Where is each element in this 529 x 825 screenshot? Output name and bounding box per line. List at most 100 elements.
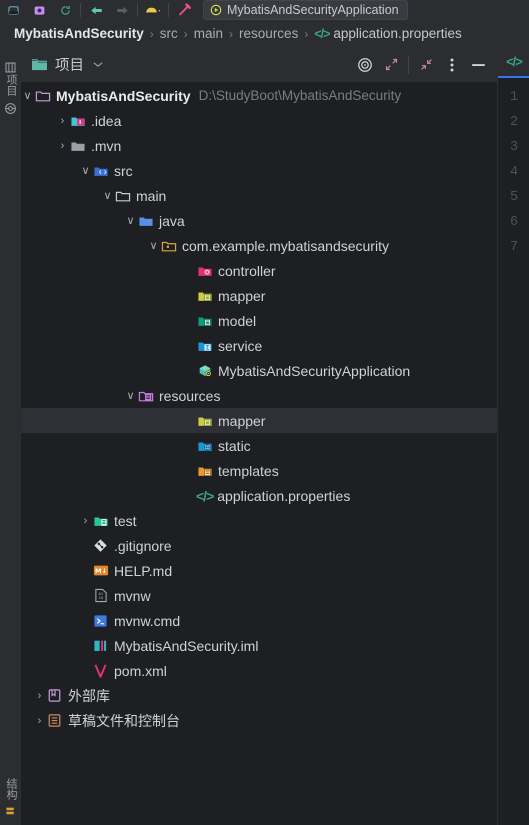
- chevron-down-icon[interactable]: ∨: [124, 208, 137, 233]
- tree-row-external-libraries[interactable]: › 外部库: [21, 683, 497, 708]
- chevron-right-icon[interactable]: ›: [79, 508, 92, 533]
- tree-row-model[interactable]: › model: [21, 308, 497, 333]
- tree-row-idea[interactable]: › .idea: [21, 108, 497, 133]
- project-widget-icon[interactable]: [0, 0, 26, 20]
- main-toolbar: MybatisAndSecurityApplication: [0, 0, 529, 21]
- tree-row-mapper-resources[interactable]: › mapper: [21, 408, 497, 433]
- chevron-down-icon[interactable]: ∨: [124, 383, 137, 408]
- breadcrumb-item-file[interactable]: application.properties: [333, 26, 461, 41]
- breadcrumb-item-main[interactable]: main: [194, 26, 223, 41]
- tree-row-application-properties[interactable]: › </> application.properties: [21, 483, 497, 508]
- tree-label: pom.xml: [114, 662, 167, 679]
- breadcrumb-item-project[interactable]: MybatisAndSecurity: [14, 26, 144, 41]
- collapse-all-button[interactable]: [413, 52, 439, 78]
- external-libraries-icon: [46, 683, 63, 708]
- breadcrumb-item-resources[interactable]: resources: [239, 26, 298, 41]
- model-package-icon: [196, 308, 213, 333]
- tree-row-iml-module[interactable]: › MybatisAndSecurity.iml: [21, 633, 497, 658]
- select-opened-file-button[interactable]: [352, 52, 378, 78]
- tree-label: .mvn: [91, 137, 122, 154]
- tree-row-mvnw[interactable]: › 0110 mvnw: [21, 583, 497, 608]
- tree-label: controller: [218, 262, 276, 279]
- tree-row-scratches-consoles[interactable]: › 草稿文件和控制台: [21, 708, 497, 733]
- run-configuration-selector[interactable]: MybatisAndSecurityApplication: [203, 0, 408, 20]
- project-tool-window-icon[interactable]: [4, 61, 17, 74]
- chevron-right-icon[interactable]: ›: [56, 108, 69, 133]
- tree-row-test[interactable]: › test: [21, 508, 497, 533]
- breadcrumb: MybatisAndSecurity › src › main › resour…: [0, 20, 529, 47]
- mapper-package-icon: [196, 283, 213, 308]
- tree-row-application-class[interactable]: › MybatisAndSecurityApplication: [21, 358, 497, 383]
- chevron-right-icon[interactable]: ›: [33, 708, 46, 733]
- tree-row-src[interactable]: ∨ src: [21, 158, 497, 183]
- properties-file-icon: </>: [314, 26, 330, 41]
- editor-area: </> 1 2 3 4 5 6 7: [497, 47, 529, 825]
- line-number: 5: [509, 190, 519, 205]
- tree-row-templates[interactable]: › templates: [21, 458, 497, 483]
- binary-file-icon: 01 10: [92, 583, 109, 608]
- expand-all-button[interactable]: [378, 52, 404, 78]
- tree-row-gitignore[interactable]: › .gitignore: [21, 533, 497, 558]
- breadcrumb-separator: ›: [183, 26, 188, 41]
- outline-folder-icon: [114, 183, 131, 208]
- tree-row-main[interactable]: ∨ main: [21, 183, 497, 208]
- toolbar-separator: [80, 3, 81, 17]
- tree-row-pom-xml[interactable]: › pom.xml: [21, 658, 497, 683]
- tree-label: MybatisAndSecurity.iml: [114, 637, 259, 654]
- tree-row-controller[interactable]: › controller: [21, 258, 497, 283]
- commit-icon[interactable]: [4, 102, 17, 115]
- forward-arrow-icon[interactable]: [109, 0, 135, 20]
- tree-label: test: [114, 512, 137, 529]
- breadcrumb-item-src[interactable]: src: [160, 26, 178, 41]
- test-source-folder-icon: [92, 508, 109, 533]
- tree-row-mapper-java[interactable]: › mapper: [21, 283, 497, 308]
- line-number: 2: [509, 115, 519, 130]
- options-button[interactable]: [439, 52, 465, 78]
- line-number: 7: [509, 240, 519, 255]
- project-tool-window-label[interactable]: 项目: [4, 74, 17, 96]
- spring-boot-class-icon: [196, 358, 213, 383]
- vcs-update-icon[interactable]: [52, 0, 78, 20]
- tree-row-service[interactable]: › Σ service: [21, 333, 497, 358]
- tree-row-help-md[interactable]: › M↓ HELP.md: [21, 558, 497, 583]
- tree-label: mvnw: [114, 587, 151, 604]
- chevron-right-icon[interactable]: ›: [56, 133, 69, 158]
- tree-label: mapper: [218, 287, 266, 304]
- tree-row-mvnw-cmd[interactable]: › mvnw.cmd: [21, 608, 497, 633]
- tree-row-project-root[interactable]: ∨ MybatisAndSecurity D:\StudyBoot\Mybati…: [21, 83, 497, 108]
- toolbar-separator-2: [137, 3, 138, 17]
- back-arrow-icon[interactable]: [83, 0, 109, 20]
- project-tree[interactable]: ∨ MybatisAndSecurity D:\StudyBoot\Mybati…: [21, 83, 497, 825]
- tree-row-package[interactable]: ∨ com.example.mybatisandsecurity: [21, 233, 497, 258]
- search-everywhere-icon[interactable]: [171, 0, 197, 20]
- tree-row-resources[interactable]: ∨ resources: [21, 383, 497, 408]
- build-icon[interactable]: [140, 0, 166, 20]
- tree-row-java[interactable]: ∨ java: [21, 208, 497, 233]
- chevron-down-icon[interactable]: ∨: [101, 183, 114, 208]
- editor-tab-application-properties[interactable]: </>: [498, 47, 529, 78]
- ai-assistant-icon[interactable]: [26, 0, 52, 20]
- chevron-down-icon[interactable]: ∨: [21, 83, 34, 108]
- breadcrumb-separator: ›: [149, 26, 154, 41]
- gitignore-file-icon: [92, 533, 109, 558]
- chevron-down-icon[interactable]: [93, 61, 103, 68]
- chevron-right-icon[interactable]: ›: [33, 683, 46, 708]
- hide-button[interactable]: [465, 52, 491, 78]
- tree-label: mvnw.cmd: [114, 612, 181, 629]
- spring-boot-run-icon: [210, 4, 222, 16]
- structure-tool-window-label[interactable]: 结构: [4, 778, 17, 800]
- package-folder-icon: [160, 233, 177, 258]
- tree-label: mapper: [218, 412, 266, 429]
- templates-folder-icon: [196, 458, 213, 483]
- tree-label: templates: [218, 462, 279, 479]
- chevron-down-icon[interactable]: ∨: [79, 158, 92, 183]
- scratches-consoles-icon: [46, 708, 63, 733]
- tree-label: HELP.md: [114, 562, 173, 579]
- tree-row-static[interactable]: › static: [21, 433, 497, 458]
- tree-row-mvn[interactable]: › .mvn: [21, 133, 497, 158]
- structure-tool-window-icon[interactable]: [4, 806, 17, 819]
- chevron-down-icon[interactable]: ∨: [147, 233, 160, 258]
- line-number: 4: [509, 165, 519, 180]
- tree-label: .idea: [91, 112, 122, 129]
- project-folder-icon: [31, 57, 48, 72]
